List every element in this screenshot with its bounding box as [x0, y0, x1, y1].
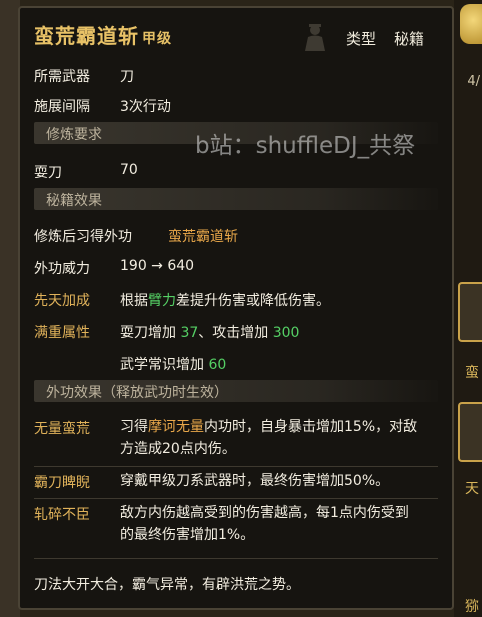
weapon-value: 刀: [120, 69, 134, 85]
interval-value: 3次行动: [120, 99, 171, 115]
flavor-text: 刀法大开大合，霸气异常，有辟洪荒之势。: [34, 577, 300, 593]
coin-icon[interactable]: [460, 4, 482, 44]
outer-effect-section-header: 外功效果（释放武功时生效）: [34, 380, 438, 402]
full-attr-label: 满重属性: [34, 325, 90, 341]
skill-title: 蛮荒霸道斩 甲级: [34, 24, 172, 48]
skill-grade: 甲级: [142, 31, 172, 47]
side-label-1: 蛮: [465, 365, 479, 381]
power-label: 外功威力: [34, 261, 90, 277]
innate-label: 先天加成: [34, 293, 90, 309]
divider: [34, 466, 438, 467]
innate-attr: 臂力: [148, 293, 176, 309]
side-skill-card[interactable]: [458, 282, 482, 342]
outer-effect-desc-2: 穿戴甲级刀系武器时，最终伤害增加50%。: [120, 473, 390, 489]
side-counter: 4/: [467, 74, 480, 89]
type-label: 类型: [346, 30, 377, 48]
watermark: b站：shuffleDJ_共祭: [195, 133, 416, 159]
learn-value: 蛮荒霸道斩: [168, 229, 238, 245]
background-left-strip: [0, 0, 20, 617]
requirement-value: 70: [120, 162, 138, 178]
full-attr-line-2: 武学常识增加 60: [120, 357, 227, 373]
weapon-label: 所需武器: [34, 69, 90, 85]
effect-section-header: 秘籍效果: [34, 188, 438, 210]
side-label-3: 猕: [465, 599, 479, 615]
power-value: 190 → 640: [120, 258, 195, 274]
requirement-label: 耍刀: [34, 165, 62, 181]
scholar-figure-icon: [305, 24, 325, 51]
outer-effect-desc-3: 敌方内伤越高受到的伤害越高，每1点内伤受到的最终伤害增加1%。: [120, 505, 409, 543]
outer-effect-name-1: 无量蛮荒: [34, 421, 90, 437]
side-label-2: 天: [465, 481, 479, 497]
side-skill-card[interactable]: [458, 402, 482, 462]
type-value: 秘籍: [394, 30, 425, 48]
learn-label: 修炼后习得外功: [34, 229, 132, 245]
skill-tooltip-panel: 蛮荒霸道斩 甲级 类型 秘籍 所需武器 刀 施展间隔 3次行动 修炼要求 耍刀 7…: [18, 6, 454, 610]
interval-label: 施展间隔: [34, 99, 90, 115]
outer-effect-name-2: 霸刀睥睨: [34, 475, 90, 491]
divider: [34, 558, 438, 559]
innate-desc: 根据臂力差提升伤害或降低伤害。: [120, 293, 330, 309]
divider: [34, 498, 438, 499]
outer-effect-desc-1: 习得摩诃无量内功时，自身暴击增加15%，对敌方造成20点内伤。: [120, 419, 418, 457]
full-attr-line-1: 耍刀增加 37、攻击增加 300: [120, 325, 300, 341]
outer-effect-name-3: 轧碎不臣: [34, 507, 90, 523]
